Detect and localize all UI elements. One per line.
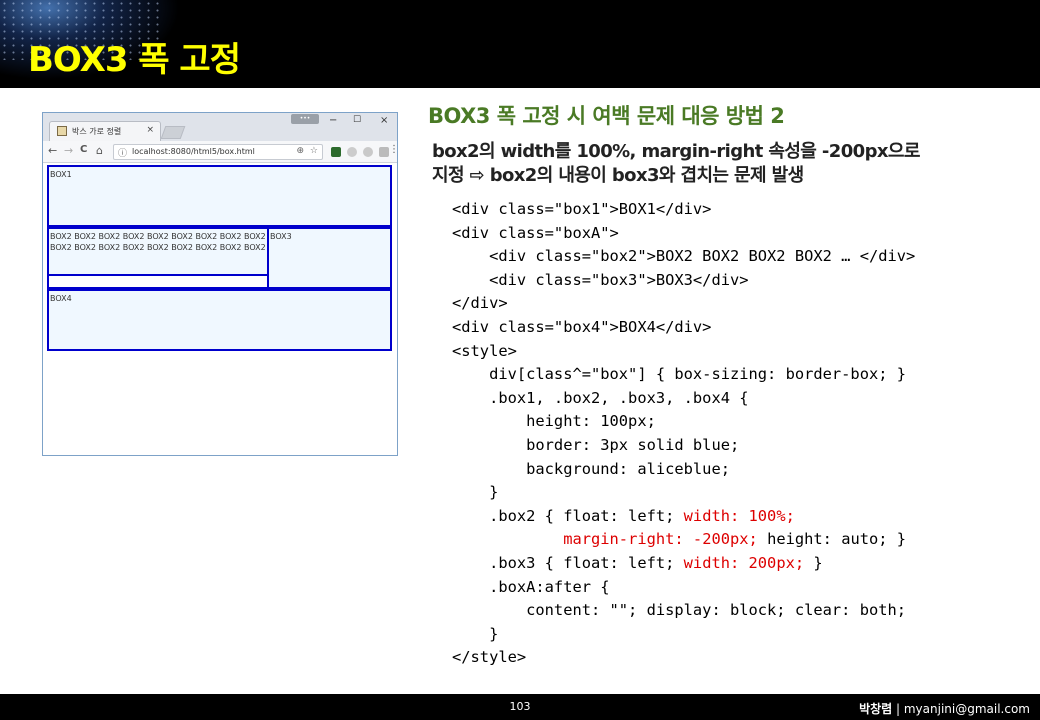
code-line: <div class="boxA">	[452, 223, 619, 242]
code-line: margin-right: -200px; height: auto; }	[452, 528, 915, 552]
author-email: | myanjini@gmail.com	[892, 702, 1030, 716]
bookmark-star-icon[interactable]: ☆	[310, 146, 318, 156]
browser-viewport: BOX1 BOX2 BOX2 BOX2 BOX2 BOX2 BOX2 BOX2 …	[43, 163, 397, 455]
slide-title: BOX3 폭 고정	[28, 40, 241, 80]
extension-icon-3[interactable]	[363, 147, 373, 157]
code-highlight: width: 100%;	[683, 506, 795, 525]
maximize-button[interactable]: ☐	[353, 115, 361, 125]
profile-badge[interactable]: •••	[291, 114, 319, 124]
slide-footer: 103 박창렴 | myanjini@gmail.com	[0, 694, 1040, 720]
author-name: 박창렴	[859, 702, 893, 716]
forward-icon[interactable]: →	[64, 144, 73, 157]
description-line-1: box2의 width를 100%, margin-right 속성을 -200…	[432, 141, 920, 162]
new-tab-button[interactable]	[160, 126, 186, 139]
code-line: <div class="box4">BOX4</div>	[452, 317, 712, 336]
address-url: localhost:8080/html5/box.html	[132, 147, 255, 156]
menu-icon[interactable]: ⋮	[389, 144, 399, 155]
address-bar[interactable]: ⓘ localhost:8080/html5/box.html ⊕ ☆	[113, 144, 323, 160]
code-line: background: aliceblue;	[452, 459, 730, 478]
zoom-icon[interactable]: ⊕	[296, 146, 304, 156]
browser-tab-bar: 박스 가로 정렬 × ••• − ☐ ×	[43, 113, 397, 141]
code-line: <div class="box1">BOX1</div>	[452, 200, 712, 218]
page-favicon-icon	[57, 126, 67, 136]
extension-icon-2[interactable]	[347, 147, 357, 157]
code-line: .box2 { float: left; width: 100%;	[452, 505, 915, 529]
home-icon[interactable]: ⌂	[96, 144, 103, 157]
code-text: .box3 { float: left;	[452, 553, 684, 572]
profile-icon: •••	[299, 115, 311, 122]
code-line: div[class^="box"] { box-sizing: border-b…	[452, 365, 907, 384]
code-line: <div class="box2">BOX2 BOX2 BOX2 BOX2 … …	[452, 247, 916, 266]
author-credit: 박창렴 | myanjini@gmail.com	[859, 700, 1030, 717]
code-line: <div class="box3">BOX3</div>	[452, 270, 749, 289]
demo-box4: BOX4	[47, 289, 392, 351]
description-line-2: 지정 ⇨ box2의 내용이 box3와 겹치는 문제 발생	[432, 165, 804, 186]
close-window-button[interactable]: ×	[380, 115, 388, 126]
code-line: .box1, .box2, .box3, .box4 {	[452, 388, 749, 407]
extension-icon-4[interactable]	[379, 147, 389, 157]
tab-close-icon[interactable]: ×	[146, 125, 154, 135]
slide-header: BOX3 폭 고정	[0, 0, 1040, 88]
browser-toolbar: ← → C ⌂ ⓘ localhost:8080/html5/box.html …	[43, 141, 399, 163]
code-line: }	[452, 624, 499, 643]
code-line: border: 3px solid blue;	[452, 435, 740, 454]
code-text: height: auto; }	[757, 530, 907, 549]
demo-box2: BOX2 BOX2 BOX2 BOX2 BOX2 BOX2 BOX2 BOX2 …	[47, 227, 269, 276]
browser-tab[interactable]: 박스 가로 정렬 ×	[49, 121, 161, 141]
code-line: .boxA:after {	[452, 577, 610, 596]
code-line: .box3 { float: left; width: 200px; }	[452, 552, 915, 576]
demo-box1: BOX1	[47, 165, 392, 227]
code-line: <style>	[452, 341, 517, 360]
slide-heading: BOX3 폭 고정 시 여백 문제 대응 방법 2	[428, 104, 785, 128]
reload-icon[interactable]: C	[80, 144, 87, 155]
code-text: .box2 { float: left;	[452, 506, 684, 525]
minimize-button[interactable]: −	[329, 115, 337, 126]
code-line: </style>	[452, 648, 527, 667]
tab-title: 박스 가로 정렬	[72, 127, 122, 136]
code-line: content: ""; display: block; clear: both…	[452, 601, 907, 620]
code-text: }	[804, 553, 823, 572]
extension-icon-1[interactable]	[331, 147, 341, 157]
code-highlight: margin-right: -200px;	[563, 530, 758, 549]
slide-description: box2의 width를 100%, margin-right 속성을 -200…	[432, 140, 1012, 188]
browser-window: 박스 가로 정렬 × ••• − ☐ × ← → C ⌂ ⓘ localhost…	[42, 112, 399, 456]
code-highlight: width: 200px;	[683, 553, 805, 572]
code-line: height: 100px;	[452, 412, 656, 431]
demo-container-edge	[47, 275, 269, 289]
info-icon: ⓘ	[118, 149, 128, 159]
code-block: <div class="box1">BOX1</div> <div class=…	[452, 198, 915, 670]
demo-box3: BOX3	[267, 227, 392, 289]
code-line: </div>	[452, 294, 508, 313]
code-line: }	[452, 483, 499, 502]
back-icon[interactable]: ←	[48, 144, 57, 157]
